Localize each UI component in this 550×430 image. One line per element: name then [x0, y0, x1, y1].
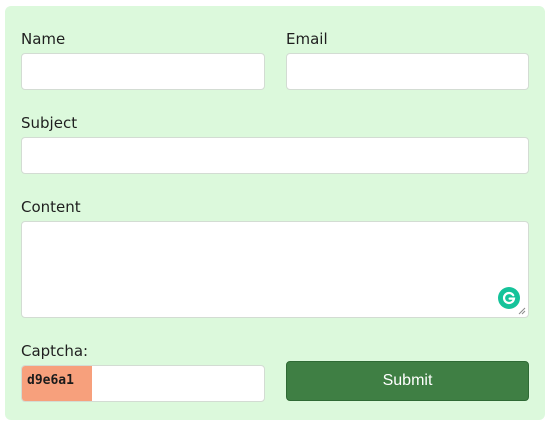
subject-label: Subject	[21, 114, 78, 132]
submit-button[interactable]: Submit	[286, 361, 529, 401]
content-textarea[interactable]	[22, 222, 528, 317]
captcha-label: Captcha:	[21, 342, 89, 360]
captcha-field-box[interactable]: d9e6a1	[21, 365, 265, 402]
captcha-code: d9e6a1	[22, 366, 92, 401]
email-input[interactable]	[287, 54, 528, 89]
subject-input[interactable]	[22, 138, 528, 173]
email-label: Email	[286, 30, 328, 48]
grammarly-icon[interactable]	[498, 287, 520, 309]
captcha-input[interactable]	[92, 366, 264, 401]
name-input[interactable]	[22, 54, 264, 89]
subject-field-box[interactable]	[21, 137, 529, 174]
content-label: Content	[21, 198, 81, 216]
name-field-box[interactable]	[21, 53, 265, 90]
content-field-box[interactable]	[21, 221, 529, 318]
email-field-box[interactable]	[286, 53, 529, 90]
resize-grip-icon[interactable]	[518, 307, 526, 315]
name-label: Name	[21, 30, 66, 48]
captcha-input-box[interactable]	[92, 366, 264, 401]
